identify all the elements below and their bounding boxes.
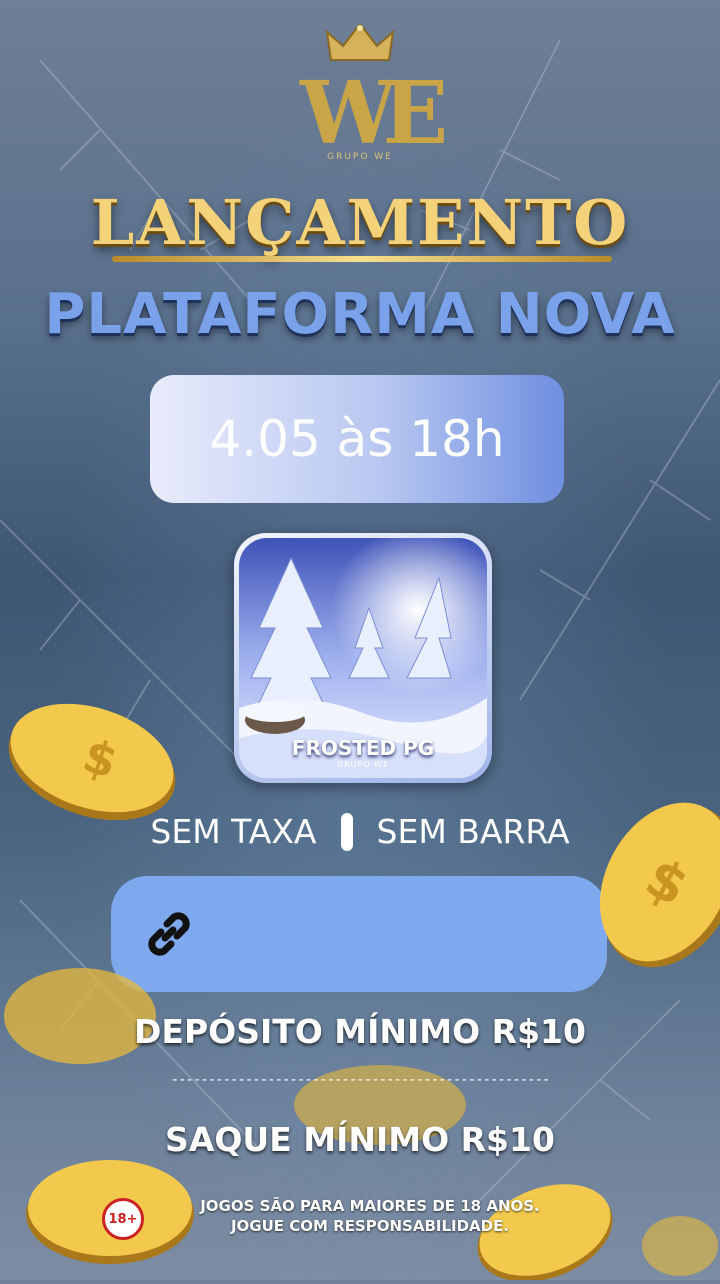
crown-icon	[325, 22, 395, 61]
coin-icon: $	[599, 802, 720, 968]
subheadline: PLATAFORMA NOVA	[44, 282, 676, 347]
logo-subtitle: GRUPO WE	[327, 152, 393, 162]
tag-no-bar: SEM BARRA	[376, 812, 570, 851]
link-icon	[148, 912, 190, 956]
coin-icon: $	[8, 703, 176, 820]
game-card: FROSTED PG GRUPO WE	[234, 533, 492, 783]
divider: ----------------------------------------…	[170, 1072, 551, 1088]
responsible-gaming-disclaimer: JOGOS SÃO PARA MAIORES DE 18 ANOS. JOGUE…	[150, 1196, 590, 1236]
minimum-withdrawal: SAQUE MÍNIMO R$10	[165, 1120, 555, 1159]
age-restriction-icon: 18+	[102, 1198, 144, 1240]
game-scene: FROSTED PG GRUPO WE	[239, 538, 487, 778]
logo-letters: WE	[300, 63, 448, 164]
coin-icon	[642, 1216, 718, 1276]
game-subtitle: GRUPO WE	[336, 760, 390, 769]
brand-logo: WE	[290, 22, 448, 172]
headline-underline	[112, 256, 612, 262]
disclaimer-line-1: JOGOS SÃO PARA MAIORES DE 18 ANOS.	[200, 1197, 540, 1215]
disclaimer-line-2: JOGUE COM RESPONSABILIDADE.	[230, 1217, 510, 1235]
minimum-deposit: DEPÓSITO MÍNIMO R$10	[134, 1012, 586, 1051]
game-title: FROSTED PG	[291, 736, 435, 760]
launch-date-badge: 4.05 às 18h	[150, 375, 564, 503]
headline: LANÇAMENTO	[90, 186, 630, 259]
link-button[interactable]	[111, 876, 607, 992]
tag-separator	[340, 812, 353, 851]
